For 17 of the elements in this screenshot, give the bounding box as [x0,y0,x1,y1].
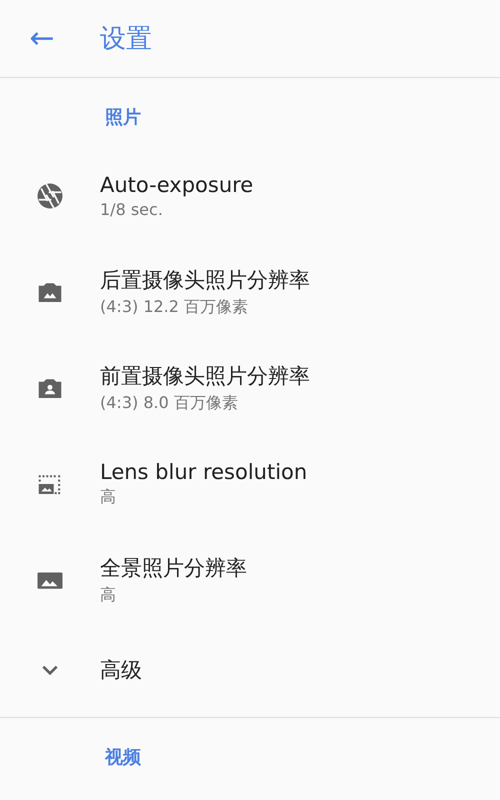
chevron-down-icon [42,665,58,675]
back-button[interactable]: ← [22,21,62,56]
setting-title[interactable]: Auto-exposure [100,173,254,197]
setting-value: 1/8 sec. [100,200,164,219]
aperture-icon [35,181,65,211]
setting-title[interactable]: 后置摄像头照片分辨率 [100,266,310,294]
section-header: 视频 [104,746,142,770]
setting-value: (4:3) 8.0 百万像素 [100,393,239,414]
setting-title[interactable]: 全景照片分辨率 [100,554,247,582]
section-header: 照片 [104,106,142,130]
page-title: 设置 [100,23,152,56]
setting-title[interactable]: Lens blur resolution [100,460,308,484]
setting-title[interactable]: 高级 [100,656,142,684]
setting-value: 高 [100,487,117,508]
setting-value: 高 [100,585,117,606]
setting-title[interactable]: 前置摄像头照片分辨率 [100,362,310,390]
setting-value: (4:3) 12.2 百万像素 [100,297,250,318]
